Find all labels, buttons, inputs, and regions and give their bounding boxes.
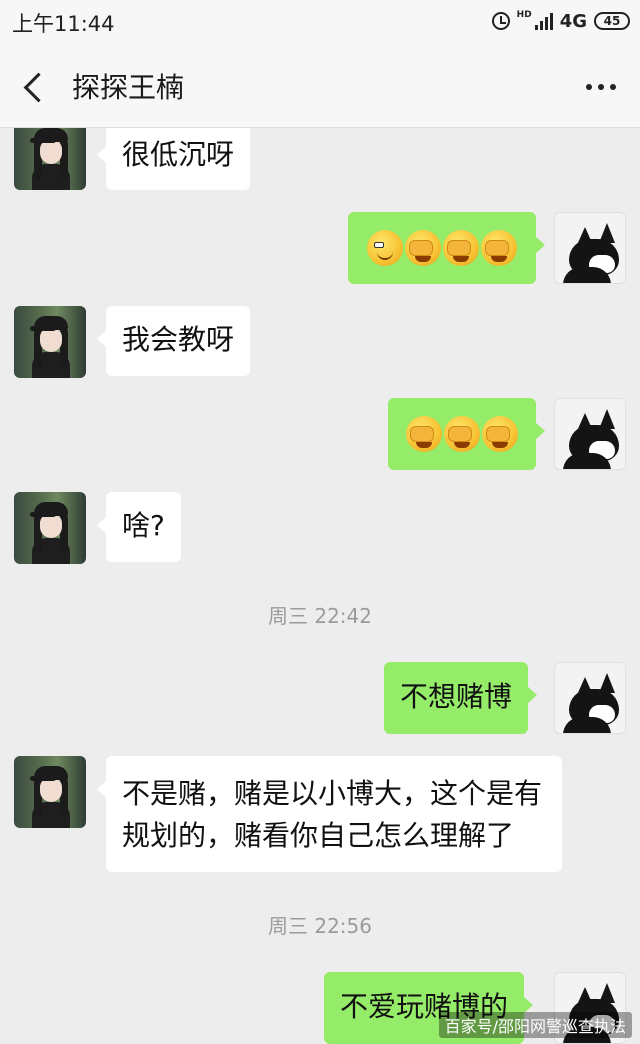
watermark: 百家号/邵阳网警巡查执法: [438, 1012, 632, 1038]
contact-photo: [30, 128, 70, 190]
my-avatar[interactable]: [554, 398, 626, 470]
facepalm-emoji-icon: [444, 416, 480, 452]
facepalm-emoji-icon: [405, 230, 441, 266]
facepalm-emoji-icon: [481, 230, 517, 266]
status-bar: 上午11:44 HD 4G 45: [0, 0, 640, 44]
alarm-clock-icon: [491, 12, 510, 30]
cat-avatar-icon: [563, 409, 619, 469]
message-text: 啥?: [122, 509, 165, 542]
cat-avatar-icon: [563, 673, 619, 733]
message-bubble-received[interactable]: 我会教呀: [96, 306, 251, 376]
chat-header: 探探王楠: [0, 44, 640, 128]
contact-avatar[interactable]: [14, 306, 86, 378]
message-bubble-sent[interactable]: [388, 398, 545, 470]
battery-icon: 45: [594, 12, 630, 30]
facepalm-emoji-icon: [443, 230, 479, 266]
my-avatar[interactable]: [554, 662, 626, 734]
message-bubble-sent[interactable]: 不想赌博: [384, 662, 538, 734]
hd-label: HD: [516, 10, 532, 20]
contact-avatar[interactable]: [14, 492, 86, 564]
timestamp-label: 周三 22:56: [268, 914, 372, 938]
emoji-row: [358, 212, 526, 284]
cat-avatar-icon: [563, 223, 619, 283]
network-label: 4G: [559, 10, 587, 32]
my-avatar[interactable]: [554, 212, 626, 284]
battery-level: 45: [603, 14, 621, 28]
contact-photo: [30, 312, 70, 378]
contact-avatar[interactable]: [14, 756, 86, 828]
more-options-icon[interactable]: [586, 84, 616, 90]
smirk-emoji-icon: [367, 230, 403, 266]
message-text: 不是赌，赌是以小博大，这个是有规划的，赌看你自己怎么理解了: [122, 777, 543, 852]
emoji-row: [398, 398, 526, 470]
message-bubble-received[interactable]: 啥?: [97, 492, 181, 562]
status-time: 上午11:44: [12, 12, 115, 36]
message-bubble-sent[interactable]: [348, 212, 545, 284]
contact-photo: [30, 762, 70, 828]
contact-photo: [30, 498, 70, 564]
message-text: 不想赌博: [400, 680, 513, 713]
back-chevron-icon[interactable]: [22, 72, 48, 102]
timestamp-label: 周三 22:42: [268, 604, 372, 628]
facepalm-emoji-icon: [482, 416, 518, 452]
chat-message-list[interactable]: 很低沉呀 我会教呀 啥? 周三 22:42 不想赌博 不是赌，赌是以小博大，这个…: [0, 128, 640, 1044]
signal-bars-icon: [534, 12, 553, 30]
contact-avatar[interactable]: [14, 128, 86, 190]
message-bubble-received[interactable]: 不是赌，赌是以小博大，这个是有规划的，赌看你自己怎么理解了: [97, 756, 562, 872]
chat-title: 探探王楠: [72, 71, 185, 104]
status-icons: HD 4G 45: [491, 9, 630, 33]
message-text: 我会教呀: [122, 323, 235, 356]
message-text: 很低沉呀: [122, 138, 235, 171]
facepalm-emoji-icon: [406, 416, 442, 452]
message-bubble-received[interactable]: 很低沉呀: [96, 128, 251, 190]
